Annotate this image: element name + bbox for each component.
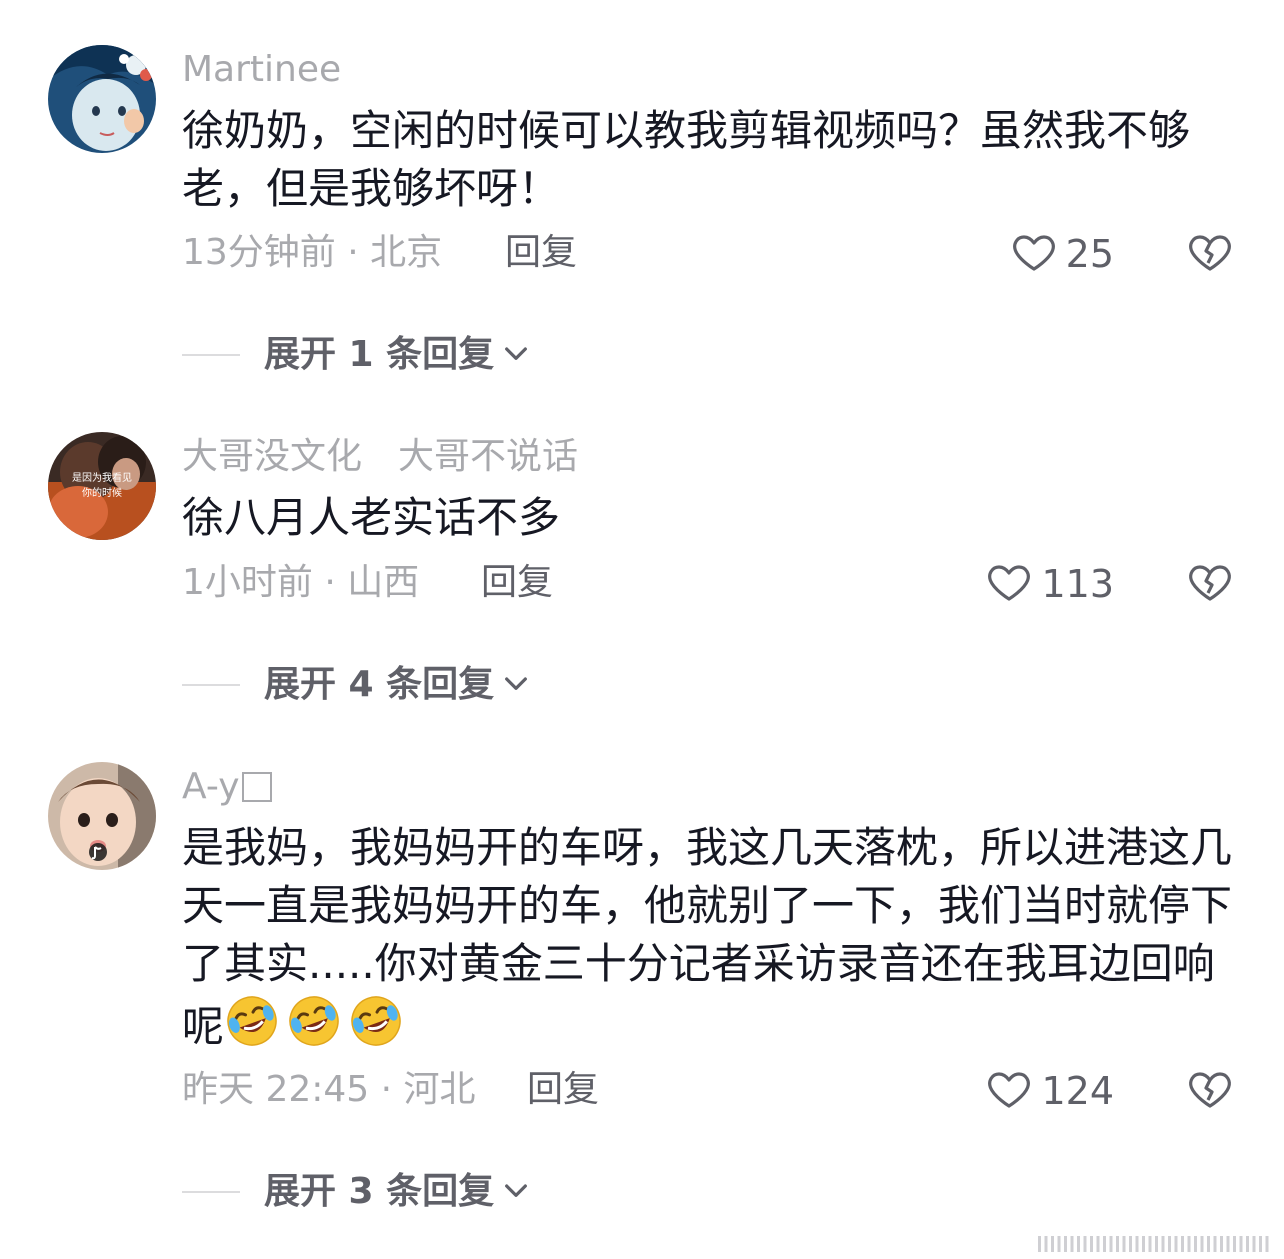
- watermark-bar: [1135, 1236, 1139, 1252]
- watermark-bar: [1057, 1236, 1061, 1252]
- watermark-bar: [1213, 1236, 1217, 1252]
- like-count: 124: [1041, 1069, 1114, 1113]
- missing-glyph-icon: [241, 772, 272, 802]
- watermark-bar: [1259, 1236, 1262, 1252]
- comment-text: 徐奶奶，空闲的时候可以教我剪辑视频吗？虽然我不够老，但是我够坏呀！: [182, 106, 1191, 213]
- username[interactable]: 大哥没文化 大哥不说话: [182, 435, 578, 479]
- watermark-bar: [1200, 1236, 1204, 1252]
- expand-replies-button[interactable]: 展开 4 条回复: [182, 663, 532, 707]
- like-count: 25: [1065, 232, 1114, 276]
- rofl-emoji: [289, 996, 339, 1046]
- like-button[interactable]: 124: [985, 1065, 1114, 1117]
- watermark-bar: [1233, 1236, 1236, 1252]
- watermark-bar: [1252, 1236, 1256, 1252]
- rofl-emoji: [227, 996, 277, 1046]
- watermark-bar: [1174, 1236, 1178, 1252]
- reply-button[interactable]: 回复: [527, 1068, 599, 1112]
- watermark-bar: [1044, 1236, 1048, 1252]
- avatar-caption: 是因为我看见: [72, 471, 132, 484]
- comment-meta: 昨天 22:45 · 河北: [182, 1069, 476, 1110]
- watermark-bar: [1116, 1236, 1119, 1252]
- expand-replies-button[interactable]: 展开 1 条回复: [182, 333, 532, 377]
- watermark-bar: [1187, 1236, 1191, 1252]
- watermark-bar: [1122, 1236, 1126, 1252]
- emoji-group: [224, 996, 410, 1051]
- expand-replies-label: 展开 1 条回复: [264, 334, 495, 375]
- broken-heart-icon[interactable]: [1186, 558, 1234, 610]
- expand-replies-button[interactable]: 展开 3 条回复: [182, 1170, 532, 1214]
- like-button[interactable]: 113: [985, 558, 1114, 610]
- comment-meta: 13分钟前 · 北京: [182, 232, 443, 273]
- watermark-bar: [1168, 1236, 1171, 1252]
- watermark-bar: [1083, 1236, 1087, 1252]
- watermark-bar: [1051, 1236, 1054, 1252]
- like-button[interactable]: 25: [1010, 228, 1114, 280]
- avatar[interactable]: 是因为我看见 你的时候: [48, 432, 156, 540]
- avatar-caption: 你的时候: [82, 486, 122, 499]
- avatar[interactable]: [48, 45, 156, 153]
- username[interactable]: A-y: [182, 765, 272, 809]
- like-count: 113: [1041, 562, 1114, 606]
- chevron-down-icon: [500, 337, 532, 373]
- watermark-bar: [1148, 1236, 1152, 1252]
- comment-text: 是我妈，我妈妈开的车呀，我这几天落枕，所以进港这几天一直是我妈妈开的车，他就别了…: [182, 819, 1242, 1056]
- expand-replies-label: 展开 3 条回复: [264, 1171, 495, 1212]
- watermark-bar: [1077, 1236, 1080, 1252]
- divider-line: [182, 1191, 240, 1193]
- watermark-bar: [1090, 1236, 1093, 1252]
- reply-button[interactable]: 回复: [481, 561, 553, 605]
- watermark-bar: [1142, 1236, 1145, 1252]
- watermark-bar: [1239, 1236, 1243, 1252]
- chevron-down-icon: [500, 1174, 532, 1210]
- divider-line: [182, 354, 240, 356]
- avatar[interactable]: [48, 762, 156, 870]
- divider-line: [182, 684, 240, 686]
- watermark-bar: [1109, 1236, 1113, 1252]
- comment-text: 徐八月人老实话不多: [182, 493, 561, 542]
- watermark-bar: [1070, 1236, 1074, 1252]
- heart-outline-icon: [985, 558, 1033, 610]
- reply-button[interactable]: 回复: [505, 231, 577, 275]
- watermark-bar: [1226, 1236, 1230, 1252]
- chevron-down-icon: [500, 667, 532, 703]
- watermark-bar: [1103, 1236, 1106, 1252]
- heart-outline-icon: [985, 1065, 1033, 1117]
- comment-meta: 1小时前 · 山西: [182, 562, 420, 603]
- watermark-bar: [1265, 1236, 1269, 1252]
- username-text: A-y: [182, 766, 240, 807]
- watermark-bar: [1038, 1236, 1041, 1252]
- heart-outline-icon: [1010, 228, 1058, 280]
- watermark-bar: [1194, 1236, 1197, 1252]
- watermark-bar: [1129, 1236, 1132, 1252]
- username[interactable]: Martinee: [182, 48, 341, 92]
- watermark-bar: [1181, 1236, 1184, 1252]
- expand-replies-label: 展开 4 条回复: [264, 664, 495, 705]
- broken-heart-icon[interactable]: [1186, 1065, 1234, 1117]
- watermark-bar: [1096, 1236, 1100, 1252]
- broken-heart-icon[interactable]: [1186, 228, 1234, 280]
- watermark-bar: [1155, 1236, 1158, 1252]
- watermark-bar: [1220, 1236, 1223, 1252]
- watermark-bar: [1161, 1236, 1165, 1252]
- watermark-bars: [1038, 1234, 1274, 1254]
- rofl-emoji: [351, 996, 401, 1046]
- watermark-bar: [1246, 1236, 1249, 1252]
- watermark-bar: [1207, 1236, 1210, 1252]
- watermark-bar: [1064, 1236, 1067, 1252]
